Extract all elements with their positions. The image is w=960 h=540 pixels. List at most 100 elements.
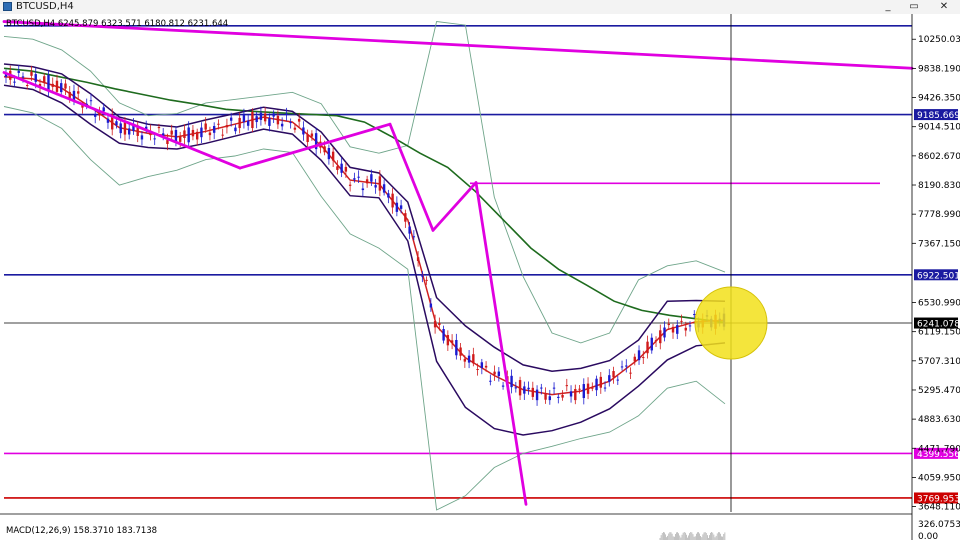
candle-body xyxy=(306,134,309,143)
candle-body xyxy=(234,127,237,132)
candle-body xyxy=(178,136,182,142)
candle-body xyxy=(476,369,479,371)
candle-body xyxy=(30,71,33,76)
candle-body xyxy=(404,213,407,222)
candle-body xyxy=(629,372,632,374)
candle-body xyxy=(565,385,569,387)
candle-body xyxy=(442,329,445,341)
candle-body xyxy=(484,365,488,368)
macd-axis-tick-label: 0.00 xyxy=(918,532,938,540)
candle-body xyxy=(408,226,411,234)
candle-body xyxy=(642,357,645,359)
macd-label: MACD(12,26,9) 158.3710 183.7138 xyxy=(6,526,157,536)
candle-body xyxy=(55,80,59,92)
minimize-button[interactable]: _ xyxy=(876,0,900,13)
candle-body xyxy=(688,325,692,327)
candle-body xyxy=(591,387,594,389)
candle-body xyxy=(21,76,25,78)
candle-body xyxy=(425,279,428,281)
candle-body xyxy=(612,371,615,378)
candle-body xyxy=(467,355,471,363)
candle-body xyxy=(578,388,581,390)
candle-body xyxy=(280,123,284,127)
candle-body xyxy=(47,75,50,91)
candle-body xyxy=(382,184,386,193)
candle-body xyxy=(251,111,254,129)
candle-body xyxy=(493,371,496,375)
candle-body xyxy=(115,121,118,126)
candle-body xyxy=(310,133,314,137)
candle-body xyxy=(336,166,339,170)
highlight-circle xyxy=(694,286,768,360)
candle-body xyxy=(599,376,602,388)
candle-body xyxy=(625,365,628,367)
candle-body xyxy=(608,375,611,382)
candle-body xyxy=(459,347,462,356)
candle-body xyxy=(327,147,331,160)
candle-body xyxy=(684,327,687,331)
candle-body xyxy=(225,125,229,128)
candle-body xyxy=(60,83,63,93)
candle-body xyxy=(289,122,292,124)
candle-body xyxy=(378,176,382,191)
candle-body xyxy=(395,202,399,212)
candle-body xyxy=(446,335,450,346)
candle-body xyxy=(523,386,526,394)
candle-body xyxy=(242,115,246,123)
candle-body xyxy=(676,325,679,334)
candle-body xyxy=(569,391,573,397)
candle-body xyxy=(323,146,326,153)
price-axis-tick-label: 10250.030 xyxy=(918,35,960,45)
price-chart[interactable]: 9185.6696922.5016241.0784399.5563769.953… xyxy=(0,14,960,540)
candle-body xyxy=(348,184,352,186)
price-axis-tick-label: 5707.310 xyxy=(918,357,960,367)
restore-button[interactable]: ▭ xyxy=(902,0,926,13)
candle-body xyxy=(106,118,110,123)
candle-body xyxy=(353,178,356,180)
candle-body xyxy=(438,323,441,326)
candle-body xyxy=(183,130,186,139)
candle-body xyxy=(229,117,233,121)
window-title: BTCUSD,H4 xyxy=(16,1,74,12)
candle-body xyxy=(157,126,161,129)
candle-body xyxy=(140,135,144,140)
candle-body xyxy=(51,83,54,87)
candle-body xyxy=(633,356,636,362)
candle-body xyxy=(297,118,301,122)
candle-body xyxy=(455,339,458,356)
candle-body xyxy=(416,257,420,262)
candle-body xyxy=(43,76,46,83)
candle-body xyxy=(501,385,505,387)
candle-body xyxy=(586,383,590,394)
price-axis-tick-label: 6530.990 xyxy=(918,299,960,309)
candle-body xyxy=(370,174,373,182)
candle-body xyxy=(433,321,437,328)
candle-body xyxy=(659,330,662,344)
candle-body xyxy=(595,378,598,391)
candle-body xyxy=(472,354,475,364)
price-axis-tick-label: 6119.150 xyxy=(918,328,960,338)
candle-body xyxy=(489,380,492,382)
candle-body xyxy=(212,126,216,133)
candle-body xyxy=(667,323,670,326)
candle-body xyxy=(527,387,530,390)
candle-body xyxy=(544,393,547,400)
candle-body xyxy=(421,275,424,277)
price-level-tag-label: 6922.501 xyxy=(917,271,960,281)
close-button[interactable]: ✕ xyxy=(932,0,956,13)
candle-body xyxy=(548,396,552,401)
candle-body xyxy=(574,388,577,401)
candle-body xyxy=(89,100,93,102)
candle-body xyxy=(387,193,390,198)
candle-body xyxy=(637,350,641,361)
candle-body xyxy=(128,128,131,135)
price-axis-tick-label: 4883.630 xyxy=(918,415,960,425)
candle-body xyxy=(412,236,416,238)
candle-body xyxy=(272,113,275,117)
candle-body xyxy=(238,117,241,129)
price-axis-tick-label: 4059.950 xyxy=(918,473,960,483)
title-bar[interactable]: BTCUSD,H4 _ ▭ ✕ xyxy=(0,0,960,15)
candle-body xyxy=(187,127,190,143)
candle-body xyxy=(221,134,224,136)
candle-body xyxy=(263,113,267,122)
